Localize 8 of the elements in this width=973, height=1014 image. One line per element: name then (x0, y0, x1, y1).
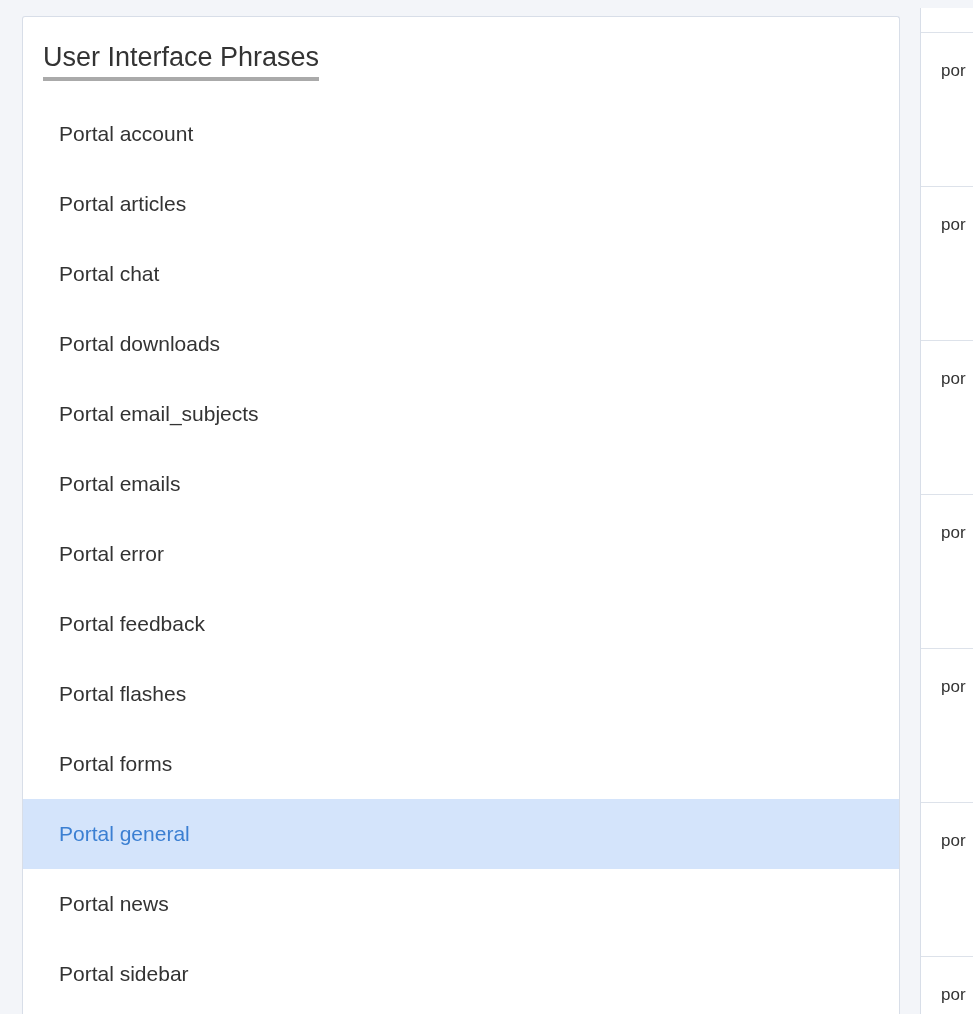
phrase-key: por (921, 802, 973, 956)
phrase-key: por (921, 32, 973, 186)
phrase-key: por (921, 956, 973, 1014)
panel-title: User Interface Phrases (43, 43, 320, 81)
phrase-key: por (921, 648, 973, 802)
phrase-key: por (921, 494, 973, 648)
phrase-key: por (921, 186, 973, 340)
phrase-key: por (921, 340, 973, 494)
